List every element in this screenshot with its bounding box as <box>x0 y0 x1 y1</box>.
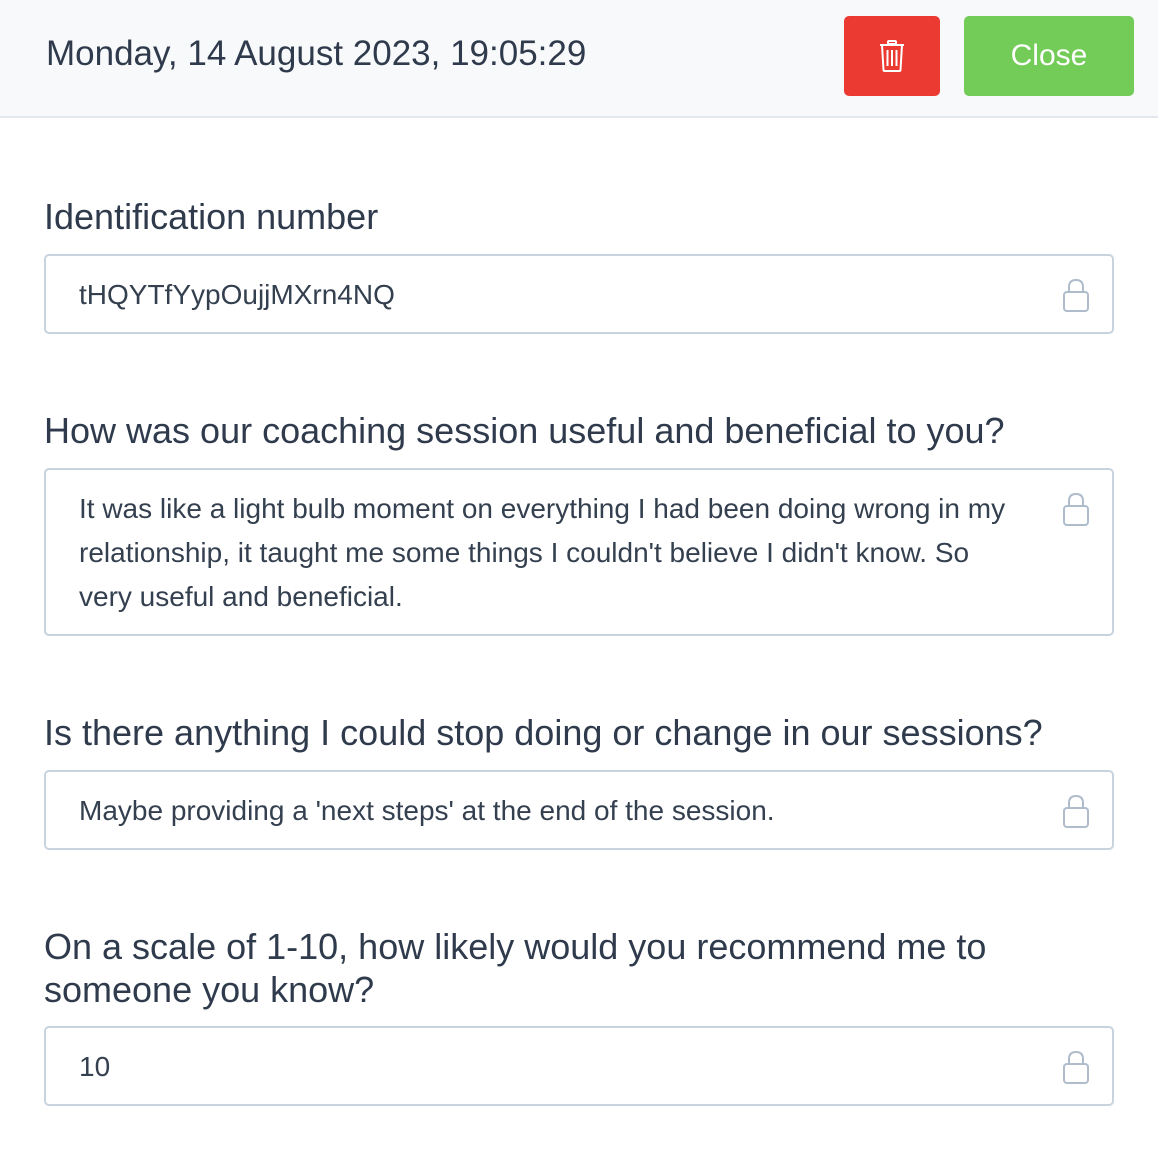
field-value-recommend: 10 <box>79 1051 111 1082</box>
page-title: Monday, 14 August 2023, 19:05:29 <box>46 34 587 73</box>
trash-icon <box>879 40 905 72</box>
field-label-identification: Identification number <box>44 196 379 237</box>
field-change: Maybe providing a 'next steps' at the en… <box>44 770 1114 850</box>
lock-icon <box>1062 491 1090 527</box>
field-label-useful: How was our coaching session useful and … <box>44 410 1005 451</box>
field-value-change: Maybe providing a 'next steps' at the en… <box>79 795 775 826</box>
lock-icon <box>1062 793 1090 829</box>
field-recommend: 10 <box>44 1026 1114 1106</box>
lock-icon <box>1062 277 1090 313</box>
field-value-useful: It was like a light bulb moment on every… <box>79 493 1006 612</box>
field-label-recommend: On a scale of 1-10, how likely would you… <box>44 926 987 1010</box>
header-bar: Monday, 14 August 2023, 19:05:29 Close <box>0 0 1158 118</box>
lock-icon <box>1062 1049 1090 1085</box>
field-value-identification: tHQYTfYypOujjMXrn4NQ <box>79 279 395 310</box>
field-useful: It was like a light bulb moment on every… <box>44 468 1114 636</box>
field-label-change: Is there anything I could stop doing or … <box>44 712 1043 753</box>
field-identification: tHQYTfYypOujjMXrn4NQ <box>44 254 1114 334</box>
delete-button[interactable] <box>844 16 940 96</box>
close-button[interactable]: Close <box>964 16 1134 96</box>
